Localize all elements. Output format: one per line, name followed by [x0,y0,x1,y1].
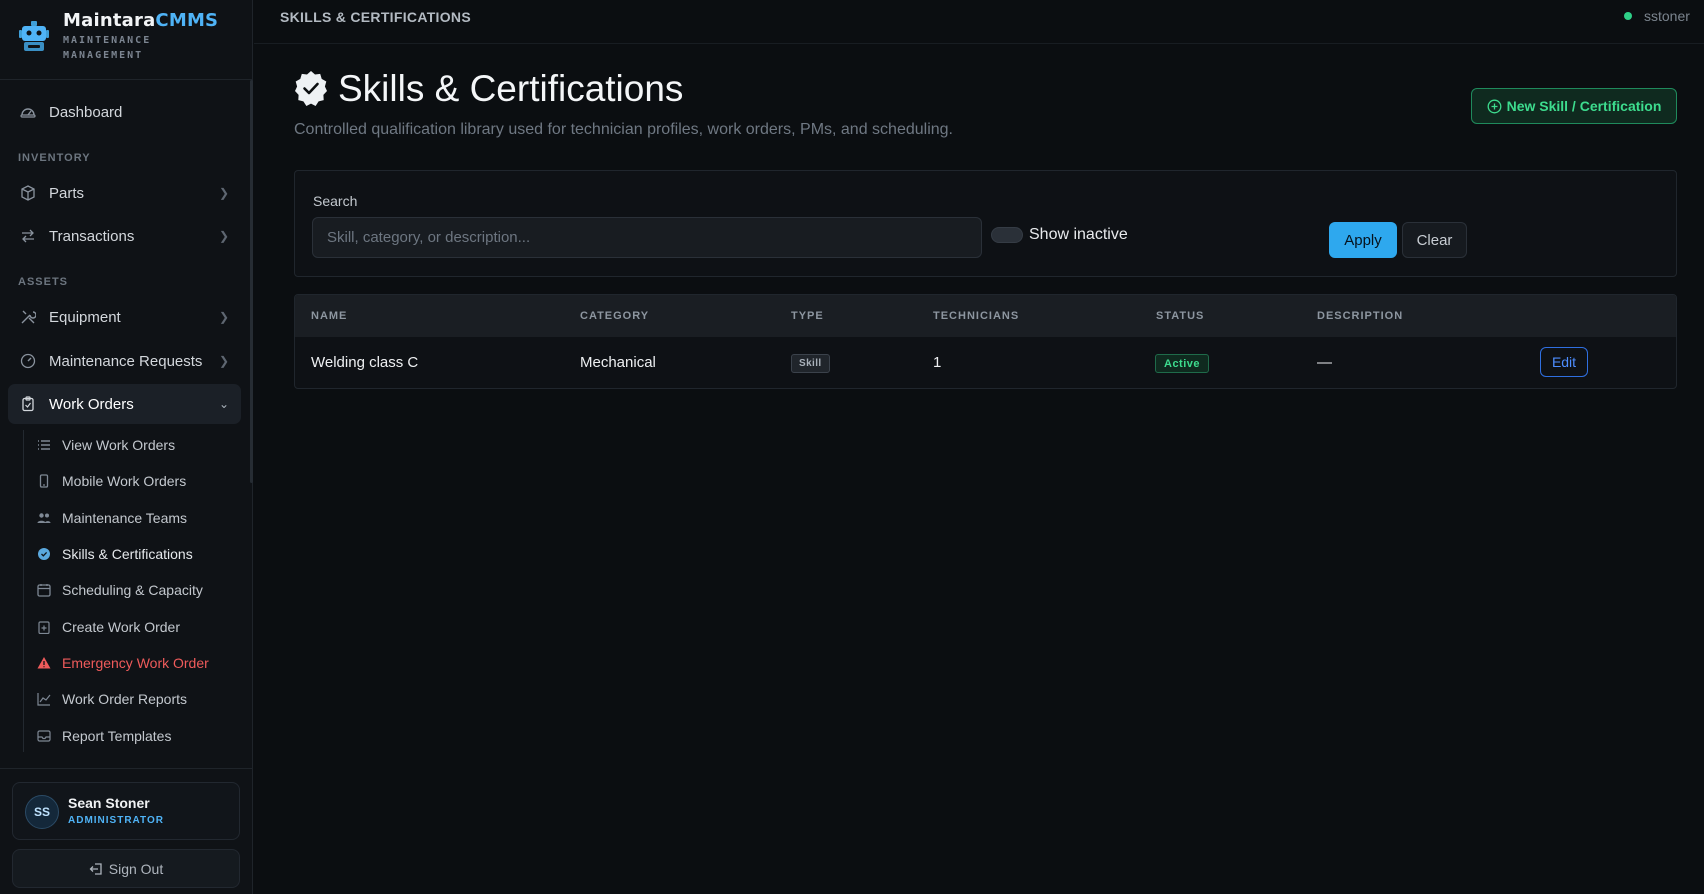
search-label: Search [313,193,358,209]
new-skill-button[interactable]: New Skill / Certification [1471,88,1677,124]
user-name: Sean Stoner [68,795,150,811]
mobile-icon [37,474,51,488]
show-inactive-toggle[interactable] [991,227,1023,243]
column-header-type: TYPE [791,310,824,322]
skills-table: NAME CATEGORY TYPE TECHNICIANS STATUS DE… [294,294,1677,389]
badge-icon [37,547,51,561]
sidebar-item-label: Dashboard [49,103,123,121]
breadcrumb: SKILLS & CERTIFICATIONS [280,9,471,25]
table-header: NAME CATEGORY TYPE TECHNICIANS STATUS DE… [295,295,1676,337]
sidebar-item-label: Maintenance Requests [49,352,203,370]
sidebar-subitem-label: Mobile Work Orders [62,473,187,489]
section-inventory: INVENTORY [18,152,91,164]
sidebar-subitem-skills-certifications[interactable]: Skills & Certifications [37,541,193,567]
team-icon [37,511,51,525]
page-subtitle: Controlled qualification library used fo… [294,121,953,138]
sidebar-subitem-mobile-work-orders[interactable]: Mobile Work Orders [37,468,186,494]
sidebar-subitem-maintenance-teams[interactable]: Maintenance Teams [37,505,187,531]
sidebar-item-label: Parts [49,184,85,202]
sidebar-subitem-label: Emergency Work Order [62,655,209,671]
section-assets: ASSETS [18,276,69,288]
sidebar-scrollbar[interactable] [250,80,253,483]
cell-technicians: 1 [933,354,942,371]
column-header-status: STATUS [1156,310,1205,322]
sidebar-item-maintenance-requests[interactable]: Maintenance Requests ❯ [8,341,241,381]
chevron-right-icon: ❯ [218,310,229,324]
sidebar-item-label: Transactions [49,227,135,245]
calendar-icon [37,583,51,597]
show-inactive-label[interactable]: Show inactive [1029,226,1128,244]
tools-icon [19,308,37,326]
chart-line-icon [37,692,51,706]
new-skill-button-label: New Skill / Certification [1506,98,1662,114]
cell-category: Mechanical [580,354,656,371]
sidebar-subitem-label: Maintenance Teams [62,510,188,526]
user-role: ADMINISTRATOR [68,815,164,826]
sidebar-subitem-label: Skills & Certifications [62,546,193,562]
sidebar-subitem-work-order-reports[interactable]: Work Order Reports [37,686,187,712]
sidebar-item-equipment[interactable]: Equipment ❯ [8,297,241,337]
cell-name: Welding class C [311,354,419,371]
chevron-down-icon: ⌄ [218,397,229,411]
sidebar: MaintaraCMMS MAINTENANCE MANAGEMENT Dash… [0,0,253,894]
sidebar-divider [0,768,253,769]
page-title: Skills & Certifications [338,68,684,109]
status-badge: Active [1155,354,1210,373]
sidebar-subitem-label: View Work Orders [62,437,176,453]
sidebar-subitem-label: Create Work Order [62,619,180,635]
sidebar-subitem-label: Scheduling & Capacity [62,582,203,598]
cell-description: — [1317,354,1332,371]
brand-subtitle: MAINTENANCE MANAGEMENT [63,35,152,61]
apply-button[interactable]: Apply [1329,222,1397,258]
search-input[interactable] [312,217,982,258]
robot-logo-icon [17,20,51,54]
sidebar-subitem-label: Report Templates [62,728,172,744]
sign-out-icon [89,862,103,876]
sidebar-subitem-label: Work Order Reports [62,691,187,707]
sidebar-item-label: Equipment [49,308,121,326]
edit-button[interactable]: Edit [1540,347,1588,377]
speedometer-icon [19,352,37,370]
column-header-name: NAME [311,310,348,322]
clear-button[interactable]: Clear [1402,222,1467,258]
sidebar-subitem-scheduling-capacity[interactable]: Scheduling & Capacity [37,577,203,603]
chevron-right-icon: ❯ [218,186,229,200]
template-icon [37,729,51,743]
avatar: SS [25,795,59,829]
sidebar-item-parts[interactable]: Parts ❯ [8,173,241,213]
sidebar-subitem-create-work-order[interactable]: Create Work Order [37,614,180,640]
sidebar-item-work-orders[interactable]: Work Orders ⌄ [8,384,241,424]
plus-circle-icon [1487,99,1502,114]
sidebar-subitem-report-templates[interactable]: Report Templates [37,723,171,749]
filter-panel: Search Show inactive Apply Clear [294,170,1677,277]
user-card[interactable]: SS Sean Stoner ADMINISTRATOR [12,782,240,840]
brand-name: MaintaraCMMS [63,10,219,31]
chevron-right-icon: ❯ [218,229,229,243]
clipboard-icon [19,395,37,413]
list-icon [37,438,51,452]
column-header-technicians: TECHNICIANS [933,310,1020,322]
clipboard-plus-icon [37,620,51,634]
online-status-icon [1624,12,1632,20]
verified-badge-icon [293,70,329,106]
column-header-description: DESCRIPTION [1317,310,1404,322]
arrows-swap-icon [19,227,37,245]
sign-out-label: Sign Out [108,860,164,877]
sidebar-item-transactions[interactable]: Transactions ❯ [8,216,241,256]
gauge-icon [19,103,37,121]
chevron-right-icon: ❯ [218,354,229,368]
warning-icon [37,656,51,670]
topbar: SKILLS & CERTIFICATIONS sstoner [254,0,1704,44]
brand: MaintaraCMMS MAINTENANCE MANAGEMENT [0,0,253,80]
sign-out-button[interactable]: Sign Out [12,849,240,888]
username[interactable]: sstoner [1644,8,1690,24]
sidebar-subitem-view-work-orders[interactable]: View Work Orders [37,432,175,458]
submenu-guide-line [23,430,24,752]
sidebar-subitem-emergency-work-order[interactable]: Emergency Work Order [37,650,209,676]
sidebar-item-label: Work Orders [49,395,134,413]
type-badge: Skill [791,354,830,373]
sidebar-item-dashboard[interactable]: Dashboard [8,92,241,132]
box-icon [19,184,37,202]
column-header-category: CATEGORY [580,310,650,322]
